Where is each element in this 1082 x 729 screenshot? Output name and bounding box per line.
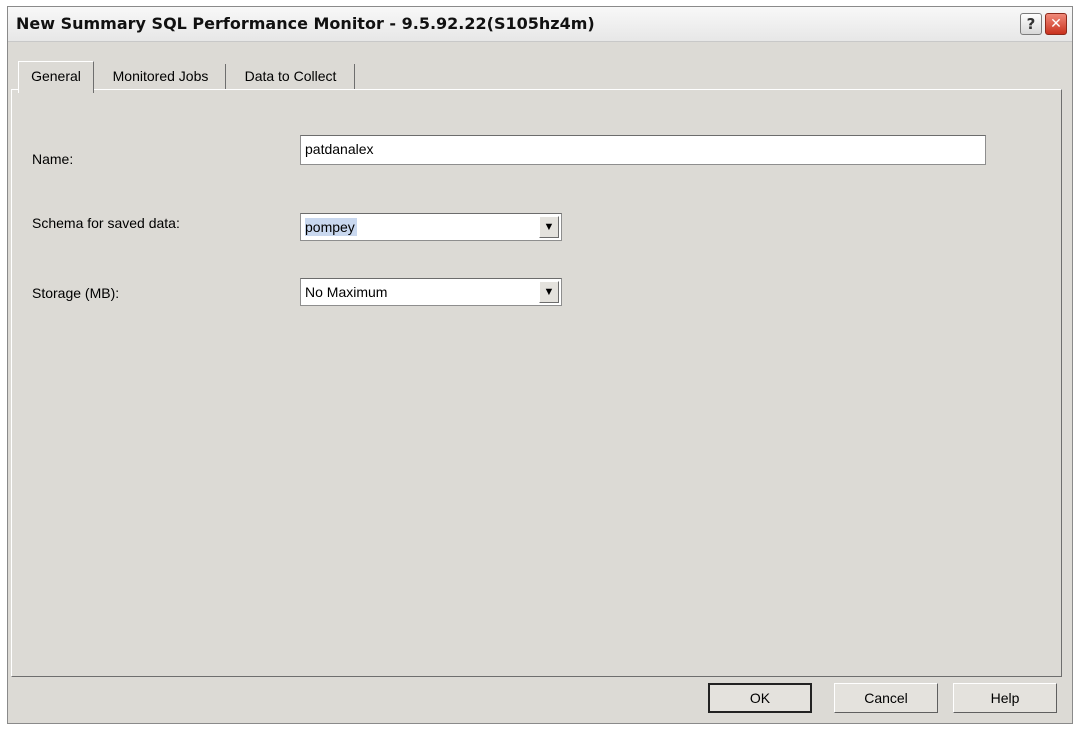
chevron-down-icon[interactable]: ▼ <box>539 281 559 303</box>
tab-general[interactable]: General <box>18 61 94 93</box>
storage-dropdown[interactable]: No Maximum ▼ <box>300 278 562 306</box>
cancel-button[interactable]: Cancel <box>834 683 938 713</box>
title-bar[interactable]: New Summary SQL Performance Monitor - 9.… <box>8 7 1072 42</box>
tab-monitored-jobs[interactable]: Monitored Jobs <box>96 64 226 90</box>
chevron-down-icon[interactable]: ▼ <box>539 216 559 238</box>
schema-label: Schema for saved data: <box>32 215 180 231</box>
window-title: New Summary SQL Performance Monitor - 9.… <box>16 14 595 33</box>
help-button[interactable]: Help <box>953 683 1057 713</box>
ok-button[interactable]: OK <box>708 683 812 713</box>
schema-value: pompey <box>305 218 357 236</box>
close-icon[interactable]: ✕ <box>1045 13 1067 35</box>
storage-value: No Maximum <box>305 284 388 300</box>
help-icon[interactable]: ? <box>1020 13 1042 35</box>
schema-dropdown[interactable]: pompey ▼ <box>300 213 562 241</box>
name-input[interactable]: patdanalex <box>300 135 986 165</box>
storage-label: Storage (MB): <box>32 285 120 301</box>
tab-data-to-collect[interactable]: Data to Collect <box>227 64 355 90</box>
general-tab-panel <box>11 89 1062 677</box>
name-label: Name: <box>32 151 74 167</box>
